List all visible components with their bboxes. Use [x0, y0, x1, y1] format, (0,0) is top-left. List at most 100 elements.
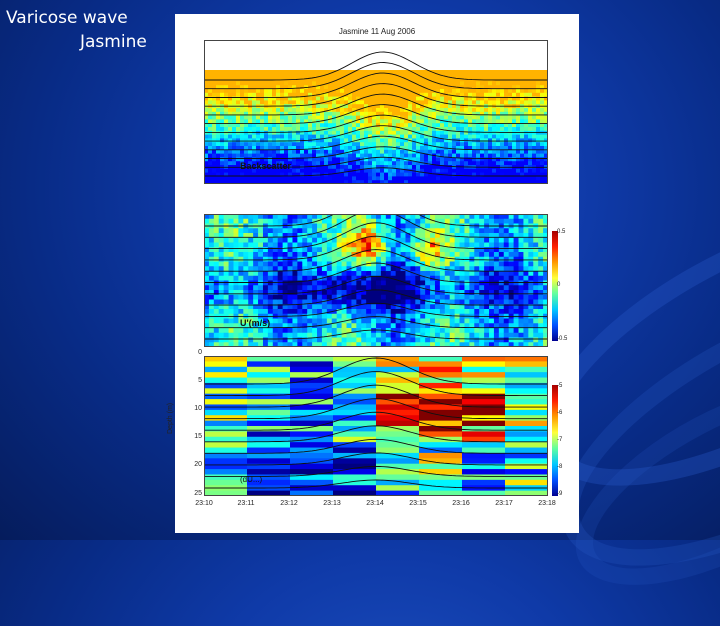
- heatmap-cell: [290, 366, 334, 373]
- heatmap-cell: [528, 149, 533, 155]
- heatmap-cell: [282, 252, 289, 258]
- heatmap-cell: [284, 92, 289, 98]
- heatmap-cell: [448, 104, 453, 109]
- heatmap-cell: [518, 285, 525, 291]
- heatmap-cell: [258, 237, 264, 244]
- heatmap-cell: [308, 146, 313, 151]
- heatmap-cell: [476, 73, 481, 79]
- heatmap-cell: [524, 130, 529, 136]
- heatmap-cell: [218, 247, 225, 253]
- heatmap-cell: [351, 247, 357, 253]
- heatmap-cell: [371, 309, 377, 315]
- heatmap-cell: [504, 115, 509, 120]
- heatmap-cell: [324, 104, 329, 109]
- heatmap-cell: [256, 149, 261, 155]
- heatmap-cell: [493, 228, 500, 234]
- heatmap-cell: [538, 256, 544, 263]
- heatmap-cell: [260, 111, 265, 117]
- heatmap-cell: [508, 228, 515, 234]
- heatmap-cell: [308, 81, 313, 86]
- heatmap-cell: [361, 256, 367, 263]
- heatmap-cell: [240, 134, 245, 139]
- heatmap-cell: [518, 318, 525, 324]
- heatmap-cell: [408, 153, 413, 158]
- heatmap-cell: [536, 100, 541, 105]
- heatmap-cell: [500, 70, 505, 75]
- heatmap-cell: [508, 275, 515, 282]
- heatmap-cell: [276, 176, 281, 181]
- heatmap-cell: [204, 442, 248, 449]
- heatmap-cell: [430, 318, 436, 324]
- heatmap-cell: [392, 168, 397, 174]
- heatmap-cell: [252, 176, 257, 181]
- heatmap-cell: [484, 280, 490, 286]
- heatmap-cell: [518, 271, 525, 277]
- heatmap-cell: [307, 309, 313, 315]
- heatmap-cell: [376, 309, 382, 315]
- heatmap-cell: [464, 242, 470, 248]
- heatmap-cell: [292, 104, 297, 109]
- heatmap-cell: [296, 153, 301, 158]
- heatmap-cell: [428, 138, 433, 143]
- heatmap-cell: [268, 100, 273, 105]
- heatmap-cell: [476, 115, 481, 120]
- heatmap-cell: [361, 266, 367, 272]
- heatmap-cell: [240, 89, 245, 94]
- heatmap-cell: [220, 153, 225, 158]
- heatmap-cell: [282, 318, 289, 324]
- heatmap-cell: [356, 256, 362, 263]
- heatmap-cell: [238, 218, 244, 225]
- heatmap-cell: [340, 108, 345, 113]
- heatmap-cell: [352, 134, 357, 139]
- heatmap-cell: [408, 165, 413, 170]
- heatmap-cell: [213, 237, 220, 244]
- heatmap-cell: [384, 142, 389, 147]
- heatmap-cell: [449, 304, 456, 310]
- heatmap-cell: [404, 92, 409, 98]
- heatmap-cell: [462, 377, 506, 384]
- heatmap-cell: [332, 92, 337, 98]
- heatmap-cell: [420, 172, 425, 177]
- heatmap-cell: [282, 299, 289, 305]
- heatmap-cell: [268, 89, 273, 94]
- heatmap-cell: [287, 294, 294, 301]
- heatmap-cell: [282, 280, 289, 286]
- heatmap-cell: [464, 337, 470, 343]
- heatmap-cell: [504, 161, 509, 166]
- heatmap-cell: [496, 70, 501, 75]
- heatmap-cell: [420, 138, 425, 143]
- heatmap-cell: [228, 218, 235, 225]
- heatmap-cell: [348, 123, 353, 128]
- heatmap-cell: [220, 81, 225, 86]
- heatmap-cell: [496, 127, 501, 132]
- heatmap-cell: [452, 123, 457, 128]
- heatmap-cell: [248, 111, 253, 117]
- backscatter-label: Backscatter: [240, 161, 292, 171]
- heatmap-cell: [518, 218, 525, 225]
- heatmap-cell: [308, 89, 313, 94]
- heatmap-cell: [277, 337, 284, 343]
- heatmap-cell: [371, 332, 377, 339]
- heatmap-cell: [332, 157, 337, 162]
- heatmap-cell: [360, 149, 365, 155]
- heatmap-cell: [469, 299, 475, 305]
- heatmap-cell: [468, 161, 473, 166]
- heatmap-cell: [480, 134, 485, 139]
- heatmap-cell: [236, 134, 241, 139]
- heatmap-cell: [272, 70, 277, 75]
- heatmap-cell: [518, 261, 525, 267]
- heatmap-cell: [516, 142, 521, 147]
- heatmap-cell: [248, 134, 253, 139]
- heatmap-cell: [385, 285, 392, 291]
- heatmap-cell: [493, 332, 500, 339]
- heatmap-cell: [212, 111, 217, 117]
- heatmap-cell: [328, 111, 333, 117]
- heatmap-cell: [208, 130, 213, 136]
- heatmap-cell: [424, 73, 429, 79]
- heatmap-cell: [372, 100, 377, 105]
- heatmap-cell: [262, 261, 269, 267]
- heatmap-cell: [400, 176, 405, 181]
- heatmap-cell: [243, 256, 249, 263]
- heatmap-cell: [248, 176, 253, 181]
- heatmap-cell: [248, 138, 253, 143]
